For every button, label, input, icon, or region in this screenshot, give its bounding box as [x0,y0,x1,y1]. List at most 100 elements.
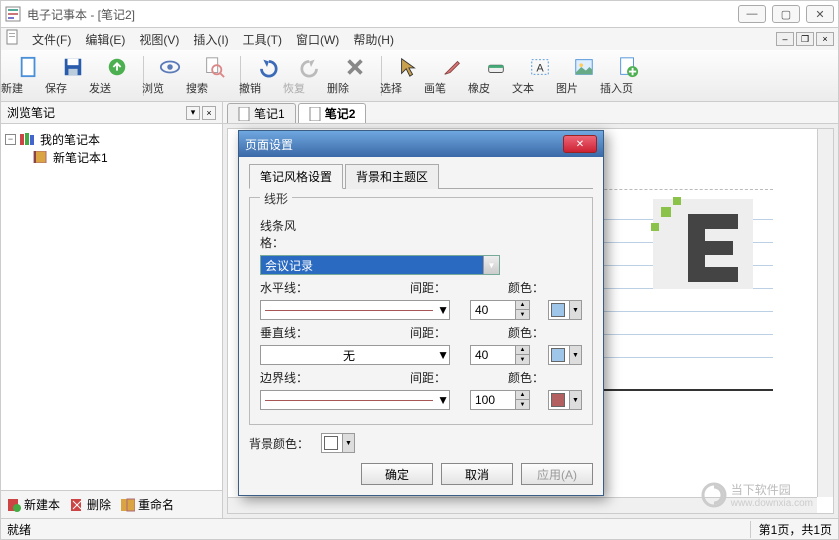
site-watermark: 当下软件园 www.downxia.com [701,481,813,509]
menu-edit[interactable]: 编辑(E) [78,29,132,50]
menu-view[interactable]: 视图(V) [132,29,186,50]
tab-note1[interactable]: 笔记1 [227,103,296,123]
horiz-style-select[interactable]: ▼ [260,300,450,320]
text-icon: A [529,56,551,78]
new-book-icon [7,498,21,512]
pen-icon [441,56,463,78]
spinner-down-icon[interactable]: ▼ [515,310,529,319]
pointer-icon [397,56,419,78]
mdi-close-button[interactable]: × [816,32,834,46]
menu-bar: 文件(F) 编辑(E) 视图(V) 插入(I) 工具(T) 窗口(W) 帮助(H… [0,28,839,50]
books-icon [20,133,36,145]
delete-icon [344,56,366,78]
page-icon [309,107,321,121]
sidebar-title: 浏览笔记 [7,104,184,121]
vert-style-select[interactable]: 无▼ [260,345,450,365]
close-button[interactable]: ✕ [806,5,834,23]
search-icon [203,56,225,78]
chevron-down-icon[interactable]: ▼ [569,346,581,364]
border-style-select[interactable]: ▼ [260,390,450,410]
color-swatch [551,303,565,317]
redo-icon [300,56,322,78]
sidebar-dropdown-button[interactable]: ▾ [186,106,200,120]
ok-button[interactable]: 确定 [361,463,433,485]
window-titlebar: 电子记事本 - [笔记2] — ▢ ✕ [0,0,839,28]
mdi-minimize-button[interactable]: – [776,32,794,46]
tree-collapse-icon[interactable]: − [5,134,16,145]
cancel-button[interactable]: 取消 [441,463,513,485]
window-title: 电子记事本 - [笔记2] [27,6,738,23]
spacing-label: 间距： [410,279,446,296]
rename-icon [121,498,135,512]
new-notebook-button[interactable]: 新建本 [7,496,60,513]
image-icon [573,56,595,78]
watermark-logo [643,189,763,299]
doc-icon [5,29,21,45]
status-page: 第1页，共1页 [750,521,832,538]
lines-group: 线形 线条风格： 会议记录 ▼ 水平线： 间距： 颜色： [249,197,593,425]
spinner-down-icon[interactable]: ▼ [515,355,529,364]
menu-window[interactable]: 窗口(W) [289,29,346,50]
rename-notebook-button[interactable]: 重命名 [121,496,174,513]
insert-page-icon [617,56,639,78]
delete-button[interactable]: 删除 [333,53,377,99]
border-spacing-spinner[interactable]: 100▲▼ [470,390,530,410]
status-ready: 就绪 [7,521,750,538]
spacing-label: 间距： [410,369,446,386]
vert-line-label: 垂直线： [260,324,316,341]
spinner-up-icon[interactable]: ▲ [515,301,529,310]
dialog-close-button[interactable]: ✕ [563,135,597,153]
notebook-tree[interactable]: − 我的笔记本 新笔记本1 [1,124,222,490]
mdi-restore-button[interactable]: ❐ [796,32,814,46]
svg-text:A: A [536,62,544,74]
spacing-label: 间距： [410,324,446,341]
color-label: 颜色： [508,324,544,341]
tab-note-style[interactable]: 笔记风格设置 [249,164,343,189]
chevron-down-icon[interactable]: ▼ [437,393,449,407]
tree-root[interactable]: − 我的笔记本 [5,130,218,148]
chevron-down-icon[interactable]: ▼ [437,348,449,362]
delete-notebook-button[interactable]: 删除 [70,496,111,513]
dialog-titlebar[interactable]: 页面设置 ✕ [239,131,603,157]
insert-page-button[interactable]: 插入页 [606,53,650,99]
menu-tools[interactable]: 工具(T) [236,29,289,50]
page-icon [238,107,250,121]
maximize-button[interactable]: ▢ [772,5,800,23]
vertical-scrollbar[interactable] [817,129,833,497]
chevron-down-icon[interactable]: ▼ [569,301,581,319]
vert-spacing-spinner[interactable]: 40▲▼ [470,345,530,365]
menu-insert[interactable]: 插入(I) [186,29,235,50]
line-style-select[interactable]: 会议记录 ▼ [260,255,500,275]
browse-icon [159,56,181,78]
chevron-down-icon[interactable]: ▼ [569,391,581,409]
toolbar: 新建 保存 发送 浏览 搜索 撤销 恢复 删除 选择 画笔 橡皮 A文本 图片 … [0,50,839,102]
bg-color-select[interactable]: ▼ [321,433,355,453]
spinner-up-icon[interactable]: ▲ [515,391,529,400]
apply-button[interactable]: 应用(A) [521,463,593,485]
minimize-button[interactable]: — [738,5,766,23]
tab-note2[interactable]: 笔记2 [298,103,367,123]
border-line-label: 边界线： [260,369,316,386]
horiz-color-select[interactable]: ▼ [548,300,582,320]
spinner-down-icon[interactable]: ▼ [515,400,529,409]
bg-color-label: 背景颜色： [249,435,315,452]
sidebar-close-button[interactable]: × [202,106,216,120]
chevron-down-icon[interactable]: ▼ [437,303,449,317]
tree-item[interactable]: 新笔记本1 [5,148,218,166]
search-button[interactable]: 搜索 [192,53,236,99]
app-icon [5,6,21,22]
chevron-down-icon[interactable]: ▼ [342,434,354,452]
menu-help[interactable]: 帮助(H) [346,29,401,50]
vert-color-select[interactable]: ▼ [548,345,582,365]
color-label: 颜色： [508,279,544,296]
border-color-select[interactable]: ▼ [548,390,582,410]
sidebar-title-bar: 浏览笔记 ▾ × [1,102,222,124]
menu-file[interactable]: 文件(F) [25,29,78,50]
send-button[interactable]: 发送 [95,53,139,99]
sidebar: 浏览笔记 ▾ × − 我的笔记本 新笔记本1 新建本 删除 重命名 [1,102,223,518]
tab-background-theme[interactable]: 背景和主题区 [345,164,439,189]
spinner-up-icon[interactable]: ▲ [515,346,529,355]
sidebar-toolbar: 新建本 删除 重命名 [1,490,222,518]
chevron-down-icon[interactable]: ▼ [483,256,499,274]
horiz-spacing-spinner[interactable]: 40▲▼ [470,300,530,320]
